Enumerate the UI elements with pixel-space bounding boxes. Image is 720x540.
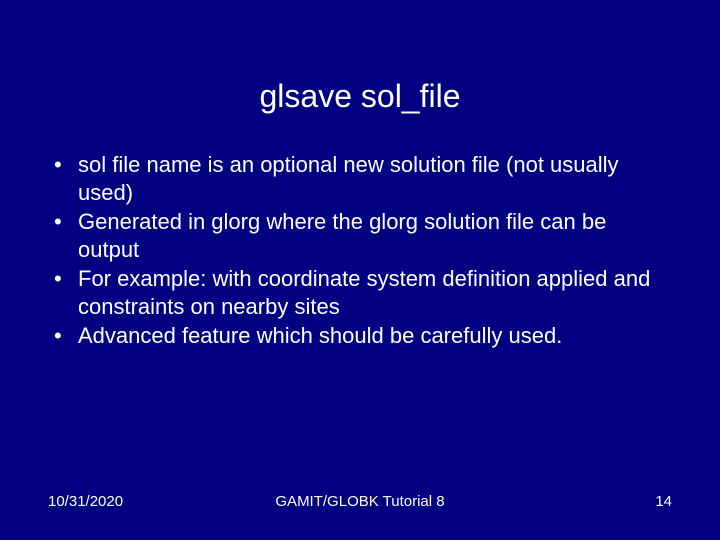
list-item: Advanced feature which should be careful… <box>48 322 672 350</box>
slide-title: glsave sol_file <box>0 0 720 151</box>
slide-footer: 10/31/2020 GAMIT/GLOBK Tutorial 8 14 <box>0 493 720 510</box>
footer-date: 10/31/2020 <box>48 493 123 510</box>
footer-title: GAMIT/GLOBK Tutorial 8 <box>275 493 444 510</box>
bullet-list: sol file name is an optional new solutio… <box>48 151 672 350</box>
slide: glsave sol_file sol file name is an opti… <box>0 0 720 540</box>
slide-content: sol file name is an optional new solutio… <box>0 151 720 350</box>
list-item: sol file name is an optional new solutio… <box>48 151 672 206</box>
list-item: Generated in glorg where the glorg solut… <box>48 208 672 263</box>
list-item: For example: with coordinate system defi… <box>48 265 672 320</box>
footer-page-number: 14 <box>655 493 672 510</box>
